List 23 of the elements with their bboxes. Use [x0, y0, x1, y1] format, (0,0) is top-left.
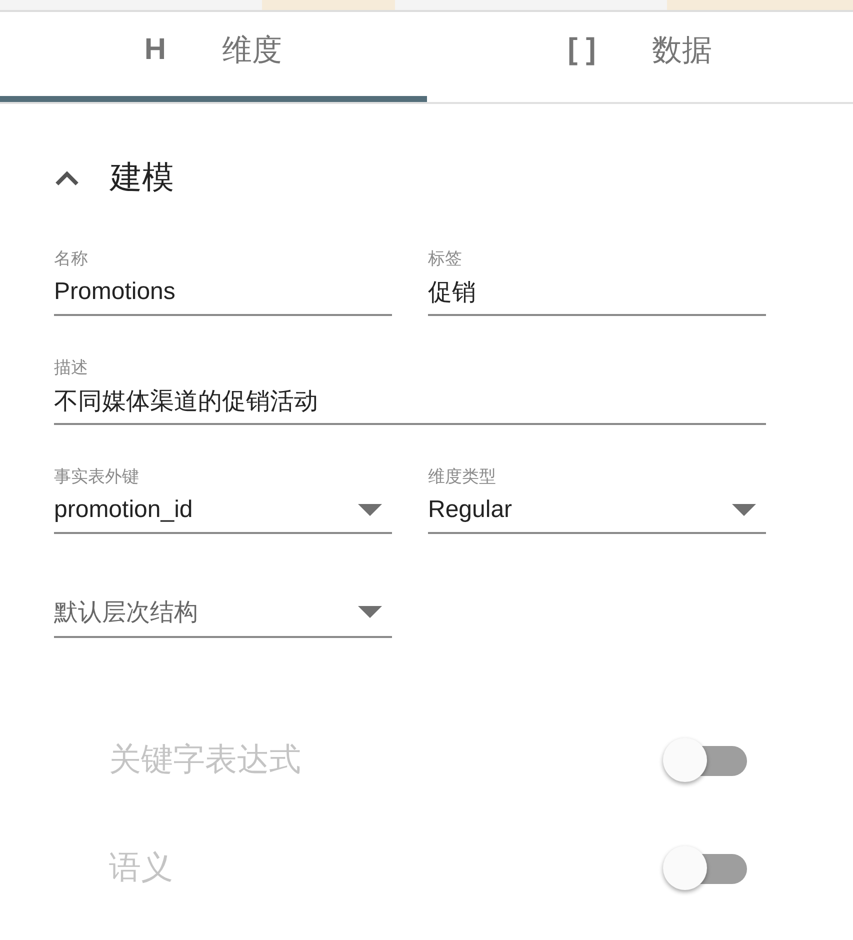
dropdown-arrow-icon [358, 504, 382, 516]
field-label: 维度类型 [428, 466, 497, 488]
section-title: 建模 [110, 158, 174, 197]
dropdown-field[interactable]: 默认层次结构 [54, 594, 392, 638]
field-label: 名称 [54, 248, 89, 270]
text-field[interactable]: 不同媒体渠道的促销活动 [54, 385, 766, 425]
tab-icon: H [144, 33, 166, 67]
field-label: 描述 [54, 357, 89, 379]
dropdown-arrow-icon [732, 504, 756, 516]
text-field[interactable]: 促销 [428, 276, 766, 316]
text-field[interactable]: Promotions [54, 276, 392, 316]
dropdown-arrow-icon [358, 606, 382, 618]
toggle-label: 语义 [109, 848, 173, 887]
tab-label: 维度 [222, 32, 282, 68]
field-label: 标签 [428, 248, 463, 270]
field-label: 事实表外键 [54, 466, 140, 488]
tab-label: 数据 [652, 32, 712, 68]
dropdown-field[interactable]: Regular [428, 494, 766, 534]
section-toggle[interactable]: 建模 [54, 156, 174, 200]
tab-icon: [ ] [568, 33, 596, 67]
chevron-up-icon [54, 170, 80, 186]
dropdown-field[interactable]: promotion_id [54, 494, 392, 534]
toggle-label: 关键字表达式 [109, 740, 301, 779]
